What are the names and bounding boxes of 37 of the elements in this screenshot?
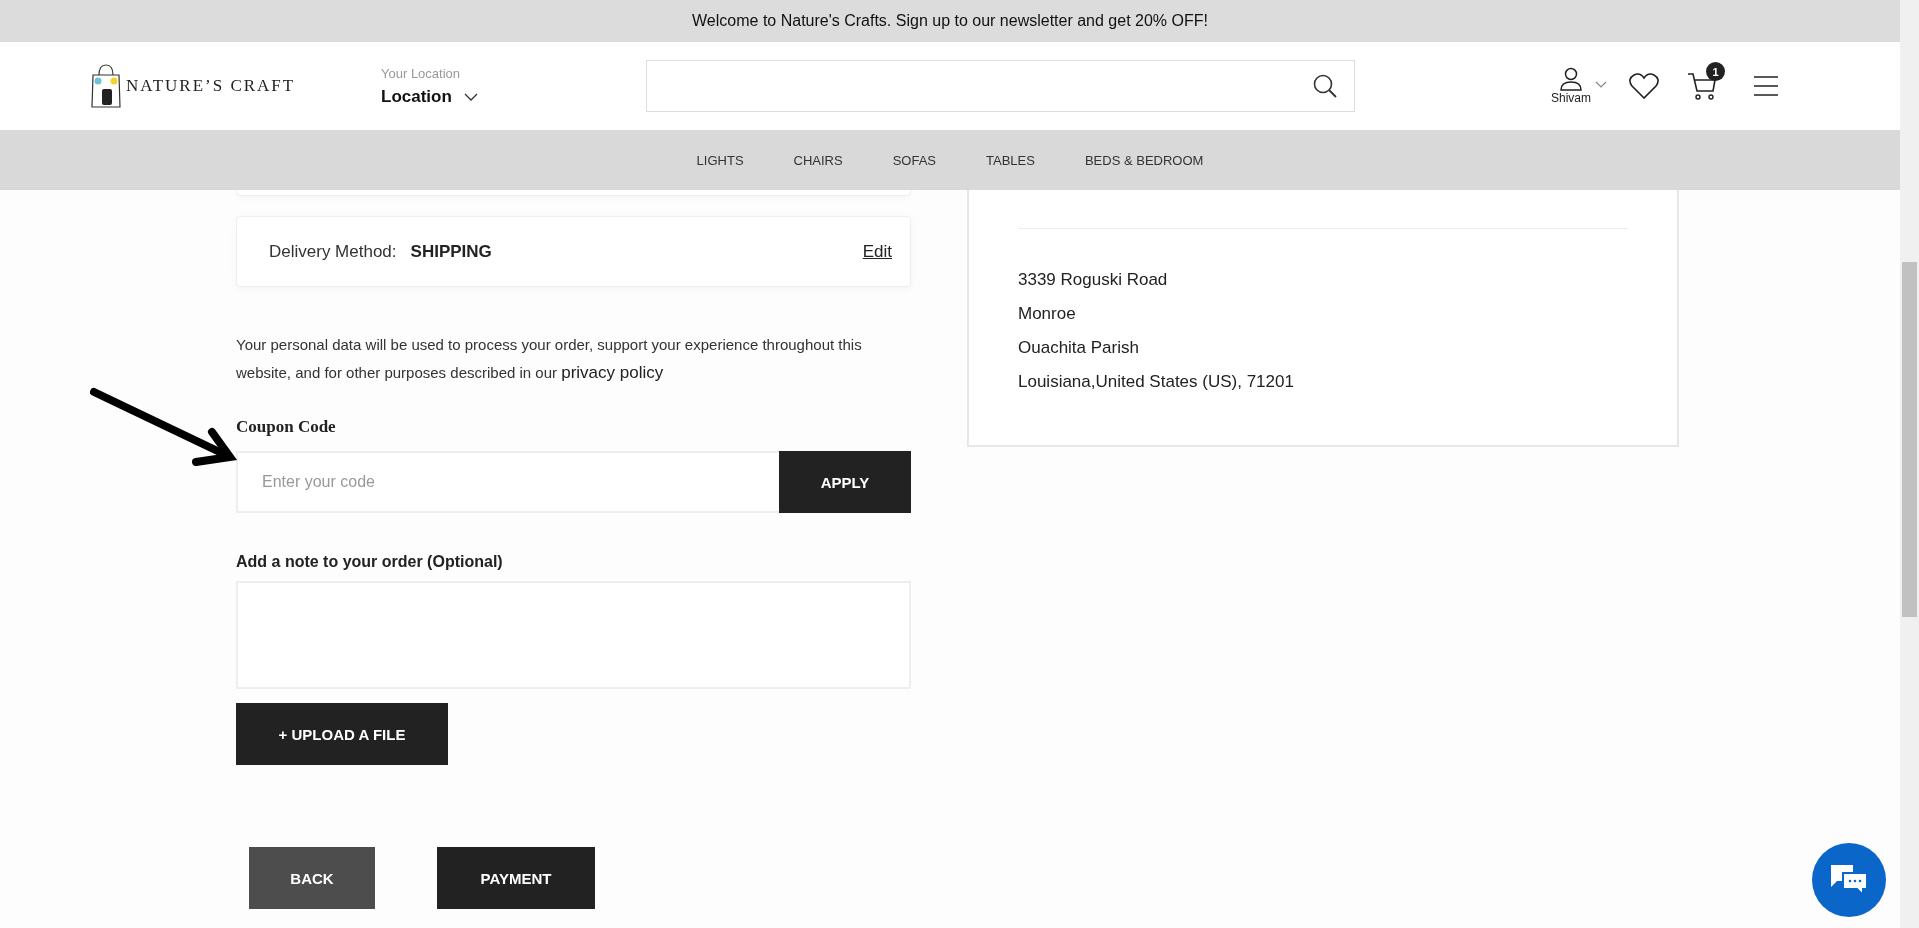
menu-icon[interactable] [1753,75,1779,97]
nav-link[interactable]: BEDS & BEDROOM [1084,152,1204,168]
cart-count-badge: 1 [1706,62,1725,81]
account-button[interactable]: Shivam [1551,67,1591,105]
address-line: Ouachita Parish [1018,337,1140,359]
location-label: Your Location [381,65,462,81]
coupon-code-input[interactable]: Enter your code [236,451,779,513]
nav-link[interactable]: TABLES [986,152,1035,168]
search-field[interactable] [646,60,1355,112]
nav-link[interactable]: CHAIRS [793,152,843,168]
payment-button[interactable]: PAYMENT [437,847,595,909]
address-line: Louisiana,United States (US), 71201 [1018,371,1295,393]
bag-logo-icon [90,63,122,109]
coupon-code-label: Coupon Code [236,417,337,437]
edit-link[interactable]: Edit [862,241,892,262]
privacy-notice: Your personal data will be used to process your order, support your experience throughout this website, and for other purposes described in our privacy policy [236,335,863,384]
privacy-policy-link[interactable]: privacy policy [561,363,664,382]
address-line: Monroe [1018,303,1077,325]
delivery-method-label: Delivery Method: [269,241,397,262]
user-icon [1559,67,1583,91]
cart-button[interactable]: 1 [1687,62,1725,100]
nav-link[interactable]: LIGHTS [696,152,744,168]
heart-icon[interactable] [1629,72,1659,100]
announcement-text: Welcome to Nature's Crafts. Sign up to our newsletter and get 20% OFF! [0,0,1900,42]
nav-link[interactable]: SOFAS [892,152,937,168]
apply-button[interactable]: APPLY [779,451,911,513]
order-note-label: Add a note to your order (Optional) [236,553,504,571]
scrollbar[interactable] [1900,0,1919,928]
delivery-method-value: SHIPPING [410,241,493,262]
chevron-down-icon [1595,81,1607,88]
location-dropdown[interactable]: Location [381,86,478,107]
logo-text[interactable]: NATURE’S CRAFT [126,76,296,96]
chevron-down-icon [463,92,478,101]
address-line: 3339 Roguski Road [1018,269,1169,291]
search-icon[interactable] [1312,73,1338,99]
upload-file-button[interactable]: + UPLOAD A FILE [236,703,448,765]
back-button[interactable]: BACK [249,847,375,909]
